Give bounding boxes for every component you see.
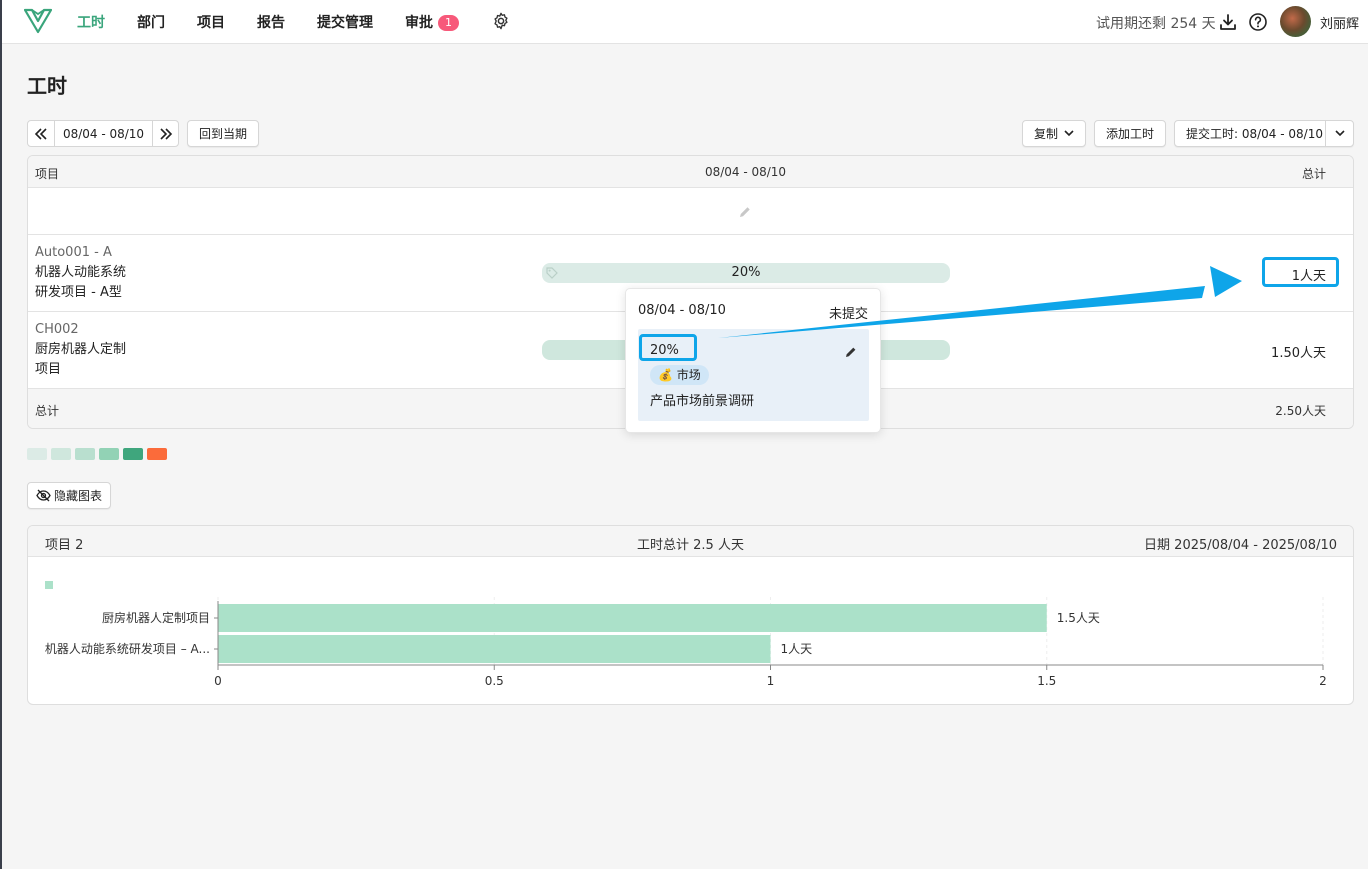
pencil-icon[interactable] <box>845 346 857 358</box>
hide-chart-button[interactable]: 隐藏图表 <box>27 482 111 509</box>
nav-item-reports[interactable]: 报告 <box>257 12 285 32</box>
help-icon[interactable] <box>1248 12 1268 32</box>
top-navbar: 工时 部门 项目 报告 提交管理 审批 1 试用期还剩 254 天 刘丽辉 <box>2 0 1368 44</box>
table-header: 项目 08/04 - 08/10 总计 <box>28 156 1353 188</box>
gear-icon[interactable] <box>492 12 510 30</box>
money-bag-icon: 💰 <box>658 368 673 382</box>
x-tick-label: 1 <box>767 674 775 688</box>
avatar[interactable] <box>1280 6 1311 37</box>
footer-label: 总计 <box>35 404 60 418</box>
workload-bar[interactable]: 20% <box>542 263 950 283</box>
category-label: 厨房机器人定制项目 <box>102 610 210 625</box>
submit-timesheet-split-button: 提交工时: 08/04 - 08/10 <box>1174 120 1354 147</box>
legend-swatch <box>27 448 47 460</box>
nav-item-submission[interactable]: 提交管理 <box>317 12 373 32</box>
legend-swatch <box>75 448 95 460</box>
nav-item-projects[interactable]: 项目 <box>197 12 225 32</box>
nav-item-timesheet[interactable]: 工时 <box>77 12 105 32</box>
legend-swatch <box>123 448 143 460</box>
legend-swatch <box>99 448 119 460</box>
add-timesheet-button[interactable]: 添加工时 <box>1094 120 1166 147</box>
chevron-down-icon <box>1064 130 1074 137</box>
project-code: Auto001 - A <box>35 245 112 260</box>
eye-off-icon <box>36 489 51 502</box>
chart-card: 项目 2 工时总计 2.5 人天 日期 2025/08/04 - 2025/08… <box>27 525 1354 705</box>
project-name-line1: 厨房机器人定制 <box>35 342 127 357</box>
x-tick-label: 0.5 <box>485 674 504 688</box>
x-tick-label: 0 <box>214 674 222 688</box>
table-edit-row <box>28 188 1353 235</box>
bar-value-label: 1.5人天 <box>1057 611 1100 625</box>
prev-period-button[interactable] <box>28 121 55 146</box>
hide-chart-label: 隐藏图表 <box>53 489 102 503</box>
double-chevron-right-icon <box>159 127 172 140</box>
next-period-button[interactable] <box>153 121 178 146</box>
download-icon[interactable] <box>1218 12 1238 32</box>
project-name-line2: 项目 <box>35 362 62 377</box>
bar-value-label: 1人天 <box>781 642 813 656</box>
chart-header: 项目 2 工时总计 2.5 人天 日期 2025/08/04 - 2025/08… <box>28 526 1353 557</box>
category-label: 机器人动能系统研发项目 – A... <box>45 641 210 656</box>
chevron-down-icon <box>1335 130 1345 137</box>
pencil-icon[interactable] <box>738 205 752 219</box>
copy-label: 复制 <box>1033 127 1058 141</box>
double-chevron-left-icon <box>34 127 47 140</box>
highlight-box <box>1262 257 1339 287</box>
project-name-line1: 机器人动能系统 <box>35 265 127 280</box>
chart-legend-swatch <box>45 581 53 589</box>
submit-options-button[interactable] <box>1326 130 1353 137</box>
bar <box>218 604 1047 632</box>
chart-date-range: 日期 2025/08/04 - 2025/08/10 <box>1144 538 1337 553</box>
popup-description: 产品市场前景调研 <box>650 394 755 409</box>
x-tick-label: 1.5 <box>1037 674 1056 688</box>
row-total: 1.50人天 <box>1271 346 1326 361</box>
submit-timesheet-button[interactable]: 提交工时: 08/04 - 08/10 <box>1175 121 1327 146</box>
period-navigator: 08/04 - 08/10 <box>27 120 179 147</box>
nav-item-approval-label: 审批 <box>405 15 433 31</box>
footer-total: 2.50人天 <box>1275 404 1326 418</box>
project-name-line2: 研发项目 - A型 <box>35 285 122 300</box>
nav-item-department[interactable]: 部门 <box>137 12 165 32</box>
bar <box>218 635 771 663</box>
header-period: 08/04 - 08/10 <box>704 165 787 179</box>
bar-chart: 1.5人天 厨房机器人定制项目 1人天 机器人动能系统研发项目 – A... 0 0.5 1… <box>45 581 1327 688</box>
legend-swatch <box>147 448 167 460</box>
back-to-current-button[interactable]: 回到当期 <box>187 120 259 147</box>
popup-period: 08/04 - 08/10 <box>638 303 726 318</box>
tag-label: 市场 <box>676 368 701 382</box>
app-logo-icon[interactable] <box>24 8 52 34</box>
header-total: 总计 <box>1301 167 1326 181</box>
page-title: 工时 <box>27 74 67 98</box>
copy-dropdown-button[interactable]: 复制 <box>1022 120 1086 147</box>
project-code: CH002 <box>35 322 79 337</box>
workload-percent: 20% <box>731 265 761 280</box>
tag-chip: 💰 市场 <box>650 365 709 385</box>
username[interactable]: 刘丽辉 <box>1320 13 1359 32</box>
nav-item-approval[interactable]: 审批 1 <box>405 12 459 32</box>
legend-swatch <box>51 448 71 460</box>
approval-count-badge: 1 <box>438 15 459 31</box>
current-period-label[interactable]: 08/04 - 08/10 <box>55 121 153 146</box>
popup-status: 未提交 <box>828 307 868 322</box>
x-tick-label: 2 <box>1319 674 1327 688</box>
highlight-box <box>639 334 697 361</box>
trial-remaining-text: 试用期还剩 254 天 <box>1096 16 1216 32</box>
